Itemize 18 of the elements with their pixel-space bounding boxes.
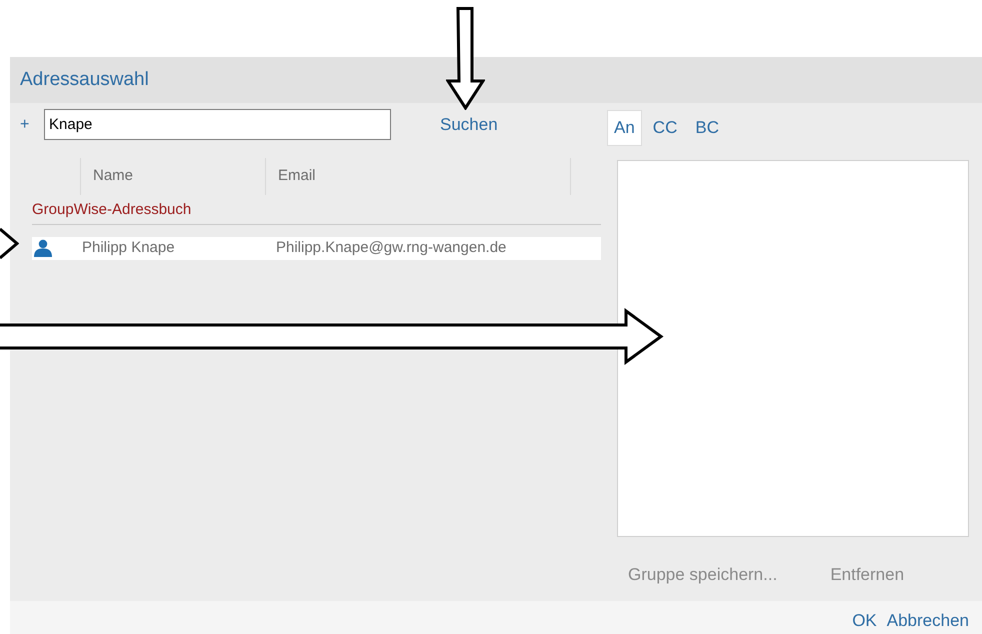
recipient-tab[interactable]: BC bbox=[688, 110, 726, 146]
search-field[interactable]: Knape bbox=[44, 109, 391, 140]
contact-name: Philipp Knape bbox=[82, 238, 176, 258]
contact-row[interactable]: Philipp Knape Philipp.Knape@gw.rng-wangen.de bbox=[32, 236, 601, 260]
group-heading: GroupWise-Adressbuch bbox=[32, 199, 601, 224]
window-title: Adressauswahl bbox=[20, 68, 149, 92]
contact-email: Philipp.Knape@gw.rng-wangen.de bbox=[276, 238, 506, 258]
person-icon bbox=[34, 239, 52, 257]
add-button[interactable]: + bbox=[10, 112, 44, 136]
column-header[interactable]: Email bbox=[278, 165, 316, 188]
dialog-button[interactable]: Abbrechen bbox=[886, 608, 969, 633]
column-header[interactable]: Name bbox=[93, 165, 134, 188]
recipient-tab[interactable]: An bbox=[607, 110, 642, 146]
recipient-tab[interactable]: CC bbox=[646, 110, 684, 146]
dialog-button[interactable]: OK bbox=[852, 608, 877, 633]
recipient-list[interactable] bbox=[617, 160, 969, 536]
search-button[interactable]: Suchen bbox=[440, 112, 498, 138]
right-arrow bbox=[0, 227, 19, 260]
